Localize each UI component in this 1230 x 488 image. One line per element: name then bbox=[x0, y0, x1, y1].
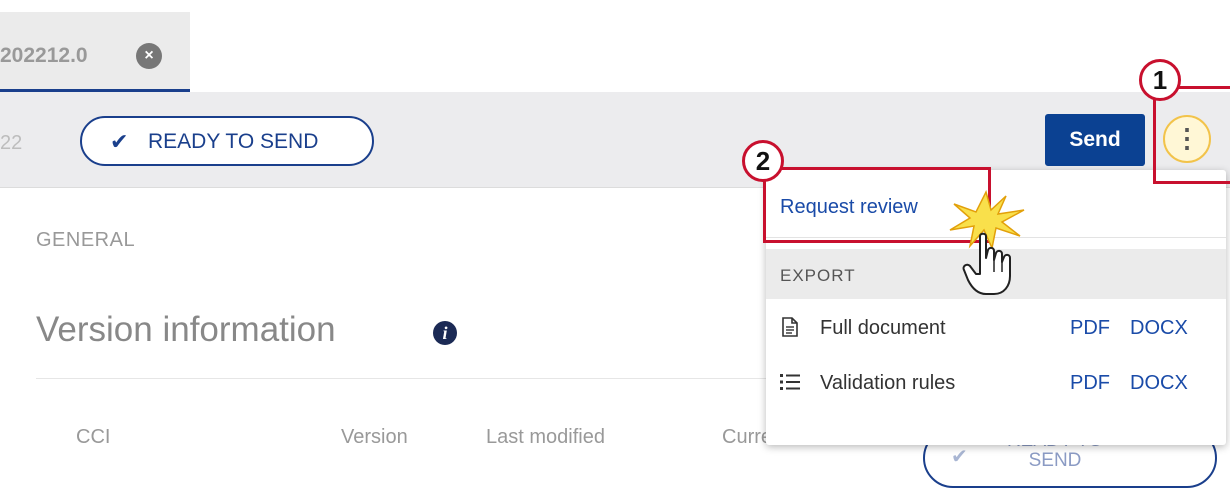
status-label: READY TO SEND bbox=[148, 130, 319, 153]
send-button[interactable]: Send bbox=[1045, 114, 1145, 166]
document-number-fragment: 22 bbox=[0, 132, 23, 154]
section-label: GENERAL bbox=[36, 229, 136, 251]
table-divider bbox=[36, 378, 836, 379]
status-badge: ✔ READY TO SEND bbox=[80, 116, 374, 166]
export-heading: EXPORT bbox=[780, 266, 856, 285]
validation-rules-pdf-link[interactable]: PDF bbox=[1070, 372, 1110, 395]
pointer-hand-icon bbox=[962, 232, 1011, 295]
validation-rules-docx-link[interactable]: DOCX bbox=[1130, 372, 1188, 395]
column-header-last-modified[interactable]: Last modified bbox=[486, 426, 605, 449]
full-document-pdf-link[interactable]: PDF bbox=[1070, 317, 1110, 340]
document-icon bbox=[782, 317, 798, 337]
page-title: Version information bbox=[36, 310, 336, 349]
callout-marker-1: 1 bbox=[1139, 59, 1181, 101]
column-header-version[interactable]: Version bbox=[341, 426, 408, 449]
validation-rules-label: Validation rules bbox=[820, 372, 956, 394]
list-icon bbox=[780, 374, 800, 390]
check-icon: ✔ bbox=[110, 129, 129, 154]
callout-marker-2: 2 bbox=[742, 140, 784, 182]
full-document-docx-link[interactable]: DOCX bbox=[1130, 317, 1188, 340]
highlight-box-more-actions bbox=[1153, 86, 1230, 184]
tab-bar: 202212.0 × bbox=[0, 0, 1230, 92]
column-header-cci[interactable]: CCI bbox=[76, 426, 110, 449]
tab-label: 202212.0 bbox=[0, 44, 88, 67]
tab-close-icon[interactable]: × bbox=[136, 43, 162, 69]
document-tab[interactable]: 202212.0 × bbox=[0, 12, 190, 92]
full-document-label: Full document bbox=[820, 317, 946, 339]
info-icon[interactable]: i bbox=[433, 321, 457, 345]
check-icon: ✔ bbox=[951, 446, 968, 468]
